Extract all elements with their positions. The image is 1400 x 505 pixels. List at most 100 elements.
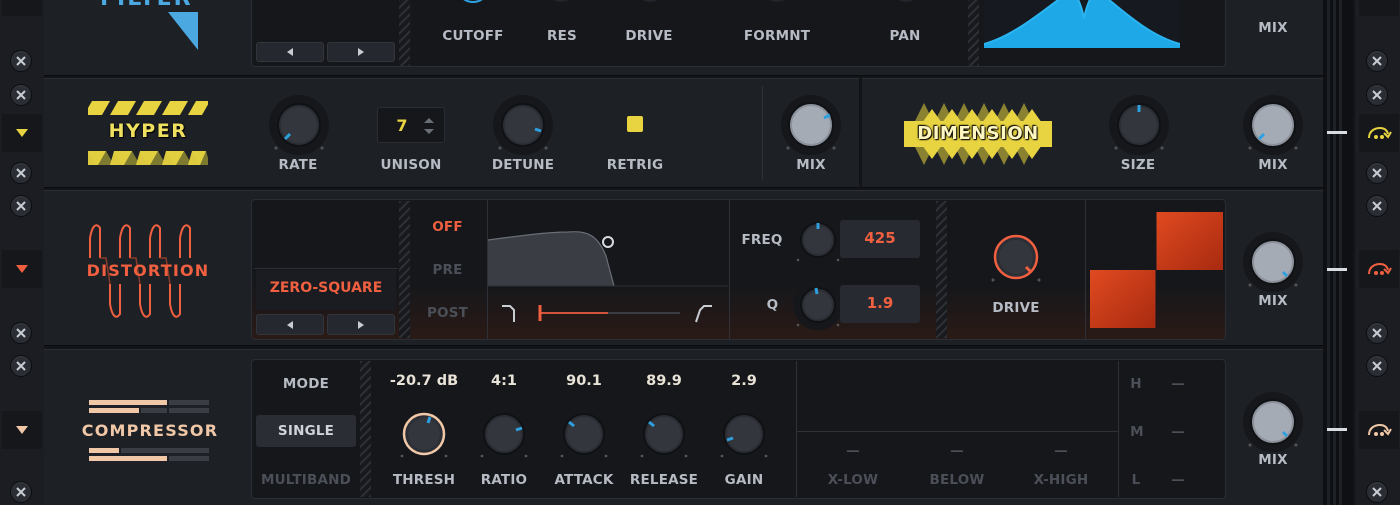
attack-value: 90.1 [566, 373, 602, 389]
formnt-label: FORMNT [743, 28, 811, 44]
filter-mode-pre[interactable]: PRE [420, 262, 475, 278]
filter-collapse-button[interactable] [2, 0, 42, 16]
rate-label: RATE [278, 157, 318, 173]
filter-route-button[interactable] [1359, 0, 1399, 16]
retrig-toggle[interactable] [627, 116, 643, 132]
band-x-low-value: — [846, 443, 860, 459]
q-value-box[interactable]: 1.9 [840, 285, 920, 323]
band-below-label[interactable]: BELOW [922, 472, 992, 488]
freq-value-box[interactable]: 425 [840, 220, 920, 258]
chevron-down-icon [16, 426, 28, 434]
compressor-hatch [360, 361, 371, 497]
q-knob[interactable] [790, 277, 846, 333]
distortion-next-button[interactable] [327, 314, 395, 335]
filter-prev-button[interactable] [256, 42, 324, 62]
distortion-hatch-right [936, 201, 947, 338]
meter-h-value: — [1171, 376, 1185, 392]
rack-screw-icon [1366, 481, 1388, 503]
rack-screw-icon [10, 481, 32, 503]
hyper-title: HYPER [108, 120, 188, 142]
freq-label: FREQ [741, 232, 783, 248]
rack-screw-icon [1366, 195, 1388, 217]
gain-value: 2.9 [731, 373, 757, 389]
distortion-type-label: ZERO-SQUARE [269, 280, 383, 296]
distortion-waveshape-display [1090, 212, 1223, 328]
size-label: SIZE [1120, 157, 1156, 173]
compressor-mix-label: MIX [1258, 452, 1288, 468]
filter-mode-off[interactable]: OFF [420, 219, 475, 235]
compressor-route-button[interactable] [1359, 411, 1399, 449]
distortion-drive-knob[interactable] [983, 224, 1049, 290]
distortion-drive-label: DRIVE [992, 300, 1040, 316]
distortion-logo: DISTORTION [70, 218, 226, 323]
distortion-type-display[interactable]: ZERO-SQUARE [256, 270, 396, 310]
rack-screw-icon [10, 162, 32, 184]
band-x-low-label[interactable]: X-LOW [818, 472, 888, 488]
filter-logo: FILTER [60, 0, 240, 56]
filter-hatch [399, 0, 410, 66]
distortion-divider-2 [729, 200, 730, 339]
unison-stepper[interactable]: 7 [377, 107, 445, 143]
release-knob[interactable] [633, 403, 695, 465]
retrig-label: RETRIG [606, 157, 664, 173]
hyper-divider [762, 86, 763, 180]
distortion-prev-button[interactable] [256, 314, 324, 335]
detune-knob[interactable] [490, 92, 556, 158]
rack-screw-icon [1366, 50, 1388, 72]
route-arrow-icon [1368, 126, 1392, 139]
band-x-high-value: — [1054, 443, 1068, 459]
distortion-divider-3 [1085, 200, 1086, 339]
compressor-divider-1 [796, 361, 797, 497]
release-value: 89.9 [646, 373, 682, 389]
hyper-mix-knob[interactable] [778, 92, 844, 158]
q-label: Q [766, 297, 779, 313]
dimension-logo: DIMENSION [904, 99, 1054, 169]
rack-screw-icon [1366, 162, 1388, 184]
distortion-mix-knob[interactable] [1240, 229, 1306, 295]
dimension-title: DIMENSION [917, 123, 1039, 144]
chevron-down-icon [16, 265, 28, 273]
ratio-knob[interactable] [473, 403, 535, 465]
distortion-filter-curve [488, 231, 728, 323]
rack-screw-icon [10, 50, 32, 72]
route-arrow-icon [1368, 423, 1392, 436]
rack-screw-icon [1366, 355, 1388, 377]
compressor-collapse-button[interactable] [2, 411, 42, 449]
freq-value: 425 [864, 229, 896, 247]
meter-m-label: M [1130, 424, 1144, 440]
compressor-divider-2 [1118, 361, 1119, 497]
compressor-title: COMPRESSOR [81, 421, 219, 440]
gain-knob[interactable] [713, 403, 775, 465]
rate-knob[interactable] [266, 92, 332, 158]
gain-label: GAIN [724, 472, 764, 488]
band-graph-baseline [797, 431, 1118, 432]
unison-value: 7 [396, 116, 408, 135]
filter-mode-post[interactable]: POST [420, 305, 475, 321]
distortion-level-dash [1327, 268, 1347, 271]
hyper-mix-label: MIX [796, 157, 826, 173]
ratio-value: 4:1 [491, 373, 517, 389]
hyper-logo: HYPER [88, 101, 208, 167]
band-x-high-label[interactable]: X-HIGH [1026, 472, 1096, 488]
size-knob[interactable] [1106, 92, 1172, 158]
distortion-hatch-left [399, 201, 410, 338]
rack-screw-icon [10, 355, 32, 377]
freq-knob[interactable] [790, 212, 846, 268]
distortion-route-button[interactable] [1359, 250, 1399, 288]
mode-label: MODE [282, 376, 330, 392]
hyper-collapse-button[interactable] [2, 114, 42, 152]
attack-knob[interactable] [553, 403, 615, 465]
meter-l-value: — [1171, 472, 1185, 488]
dimension-mix-knob[interactable] [1240, 92, 1306, 158]
filter-next-button[interactable] [327, 42, 395, 62]
mode-single-button[interactable]: SINGLE [256, 415, 356, 447]
meter-l-label: L [1131, 472, 1141, 488]
dimension-route-button[interactable] [1359, 114, 1399, 152]
mode-multiband-button[interactable]: MULTIBAND [256, 472, 356, 488]
thresh-knob[interactable] [393, 403, 455, 465]
pan-label: PAN [889, 28, 921, 44]
distortion-collapse-button[interactable] [2, 250, 42, 288]
compressor-mix-knob[interactable] [1240, 389, 1306, 455]
rack-screw-icon [1366, 322, 1388, 344]
filter-mix-label: MIX [1258, 20, 1288, 36]
